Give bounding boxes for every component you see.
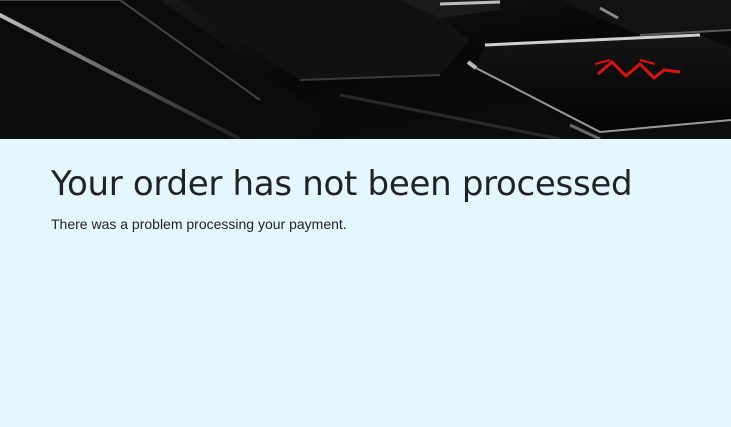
- main-content: Your order has not been processed There …: [51, 139, 711, 233]
- hero-banner: [0, 0, 731, 139]
- error-message: There was a problem processing your paym…: [51, 216, 347, 232]
- keyboard-photo: [0, 0, 731, 139]
- page-title: Your order has not been processed: [51, 164, 633, 204]
